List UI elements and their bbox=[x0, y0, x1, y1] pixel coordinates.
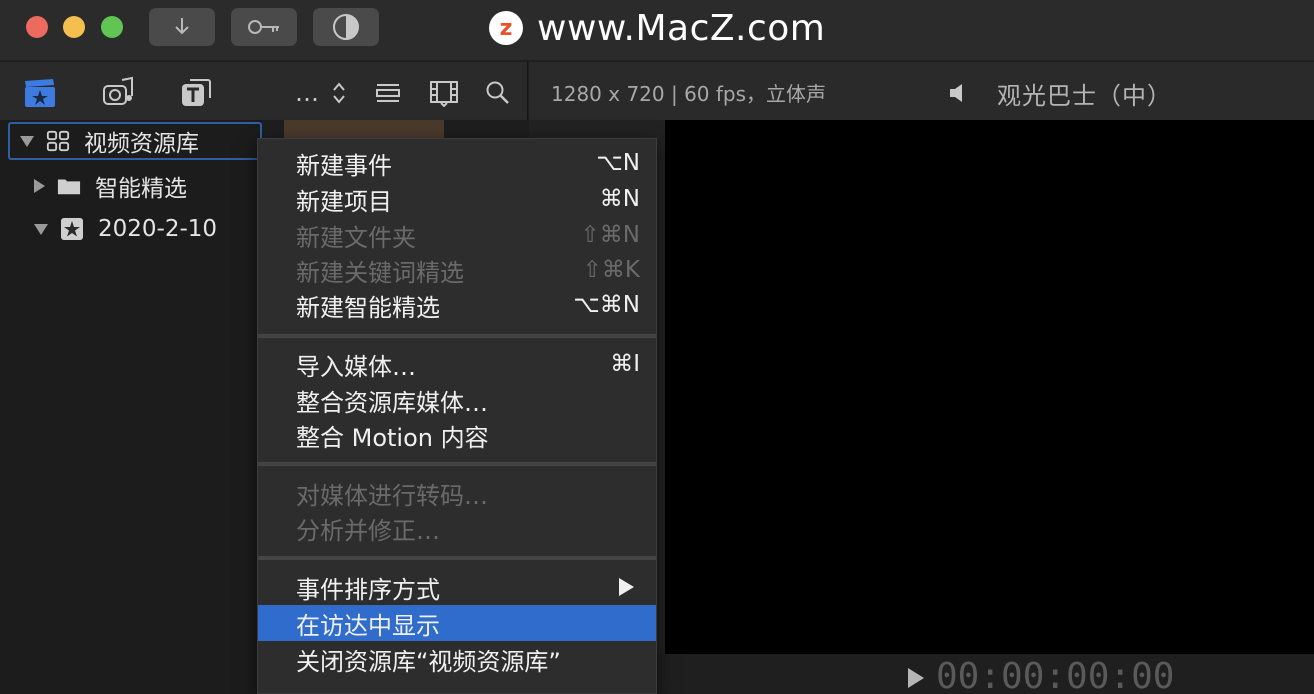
speaker-icon bbox=[948, 82, 966, 108]
menu-separator bbox=[258, 462, 656, 466]
menu-item-transcode-media: 对媒体进行转码… bbox=[258, 475, 656, 511]
menu-item-shortcut: ⇧⌘N bbox=[580, 222, 640, 248]
updown-chevron-icon bbox=[333, 82, 345, 104]
browser-toolbar: … bbox=[0, 62, 528, 120]
library-grid-icon bbox=[46, 130, 70, 152]
menu-item-new-event[interactable]: 新建事件 ⌥N bbox=[258, 145, 656, 181]
minimize-window-button[interactable] bbox=[63, 16, 85, 38]
viewer-toolbar: 1280 x 720 | 60 fps，立体声 观光巴士（中） bbox=[529, 62, 1314, 120]
menu-item-label: 新建事件 bbox=[296, 151, 392, 180]
keywords-button[interactable] bbox=[231, 8, 297, 46]
submenu-arrow-icon bbox=[619, 578, 634, 596]
menu-item-new-folder: 新建文件夹 ⇧⌘N bbox=[258, 217, 656, 253]
menu-item-reveal-in-finder[interactable]: 在访达中显示 bbox=[258, 605, 656, 641]
format-info: 1280 x 720 | 60 fps，立体声 bbox=[551, 82, 827, 106]
menu-item-import-media[interactable]: 导入媒体… ⌘I bbox=[258, 346, 656, 382]
menu-item-label: 对媒体进行转码… bbox=[296, 481, 488, 510]
sidebar-item-label: 智能精选 bbox=[95, 176, 187, 202]
menu-item-label: 新建项目 bbox=[296, 187, 392, 216]
clip-appearance-icon bbox=[430, 81, 458, 107]
sidebar-item-library[interactable]: 视频资源库 bbox=[8, 122, 262, 160]
clapboard-star-icon bbox=[25, 79, 55, 107]
half-circle-icon bbox=[333, 14, 359, 40]
background-tasks-button[interactable] bbox=[313, 8, 379, 46]
menu-separator bbox=[258, 556, 656, 560]
filmstrip-list-toggle[interactable] bbox=[370, 76, 406, 110]
music-camera-icon bbox=[103, 76, 133, 105]
zoom-window-button[interactable] bbox=[101, 16, 123, 38]
folder-icon bbox=[57, 175, 81, 197]
photos-audio-button[interactable] bbox=[100, 76, 136, 110]
titles-icon bbox=[182, 79, 211, 106]
project-title: 观光巴士（中） bbox=[997, 82, 1172, 110]
timecode-display: 00:00:00:00 bbox=[936, 656, 1175, 694]
menu-item-consolidate-library-media[interactable]: 整合资源库媒体… bbox=[258, 382, 656, 418]
menu-item-shortcut: ⇧⌘K bbox=[582, 257, 640, 283]
filmstrip-list-icon bbox=[376, 84, 400, 102]
menu-item-label: 新建智能精选 bbox=[296, 293, 440, 322]
menu-item-new-smart-collection[interactable]: 新建智能精选 ⌥⌘N bbox=[258, 287, 656, 323]
menu-item-label: 整合资源库媒体… bbox=[296, 388, 488, 417]
title-bar: z www.MacZ.com bbox=[0, 0, 1314, 60]
disclosure-right-icon[interactable] bbox=[34, 179, 45, 193]
menu-item-close-library[interactable]: 关闭资源库“视频资源库” bbox=[258, 641, 656, 677]
menu-item-sort-events-by[interactable]: 事件排序方式 bbox=[258, 569, 656, 605]
sidebar-item-label: 2020-2-10 bbox=[98, 216, 218, 242]
disclosure-down-icon[interactable] bbox=[20, 135, 34, 147]
clip-appearance-button[interactable] bbox=[426, 76, 462, 110]
viewer-canvas bbox=[665, 120, 1314, 654]
sidebar-item-event[interactable]: 2020-2-10 bbox=[8, 210, 217, 248]
search-icon bbox=[486, 81, 509, 104]
menu-item-shortcut: ⌥N bbox=[596, 150, 640, 176]
menu-item-label: 事件排序方式 bbox=[296, 575, 440, 604]
event-star-icon bbox=[60, 218, 84, 240]
menu-separator bbox=[258, 334, 656, 338]
menu-item-shortcut: ⌥⌘N bbox=[573, 292, 640, 318]
menu-item-consolidate-motion-content[interactable]: 整合 Motion 内容 bbox=[258, 417, 656, 453]
titles-generators-button[interactable] bbox=[178, 76, 214, 110]
search-button[interactable] bbox=[480, 76, 516, 110]
library-sidebar bbox=[0, 120, 262, 694]
menu-item-label: 分析并修正… bbox=[296, 516, 440, 545]
menu-item-label: 导入媒体… bbox=[296, 352, 416, 381]
menu-item-label: 关闭资源库“视频资源库” bbox=[296, 647, 561, 676]
menu-item-label: 整合 Motion 内容 bbox=[296, 423, 489, 452]
menu-item-new-project[interactable]: 新建项目 ⌘N bbox=[258, 181, 656, 217]
menu-item-label: 新建关键词精选 bbox=[296, 258, 464, 287]
menu-item-label: 新建文件夹 bbox=[296, 223, 416, 252]
key-icon bbox=[248, 20, 279, 34]
sort-stepper[interactable] bbox=[326, 76, 352, 110]
download-icon bbox=[175, 18, 189, 35]
menu-item-analyze-and-fix: 分析并修正… bbox=[258, 510, 656, 546]
disclosure-down-icon[interactable] bbox=[34, 223, 48, 235]
more-icon[interactable]: … bbox=[292, 76, 322, 110]
context-menu: 新建事件 ⌥N 新建项目 ⌘N 新建文件夹 ⇧⌘N 新建关键词精选 ⇧⌘K 新建… bbox=[257, 138, 657, 694]
menu-item-shortcut: ⌘N bbox=[599, 186, 640, 212]
menu-item-label: 在访达中显示 bbox=[296, 611, 440, 640]
menu-item-new-keyword-collection: 新建关键词精选 ⇧⌘K bbox=[258, 252, 656, 288]
watermark: z www.MacZ.com bbox=[489, 7, 826, 49]
close-window-button[interactable] bbox=[26, 16, 48, 38]
watermark-logo-icon: z bbox=[489, 11, 523, 45]
libraries-button[interactable] bbox=[22, 76, 58, 110]
clip-thumbnail[interactable] bbox=[284, 120, 444, 140]
sidebar-item-label: 视频资源库 bbox=[84, 131, 199, 157]
import-button[interactable] bbox=[149, 8, 215, 46]
menu-item-shortcut: ⌘I bbox=[610, 351, 640, 377]
watermark-text: www.MacZ.com bbox=[537, 7, 826, 49]
sidebar-item-smart-collection[interactable]: 智能精选 bbox=[8, 167, 187, 205]
play-icon[interactable] bbox=[908, 668, 924, 688]
